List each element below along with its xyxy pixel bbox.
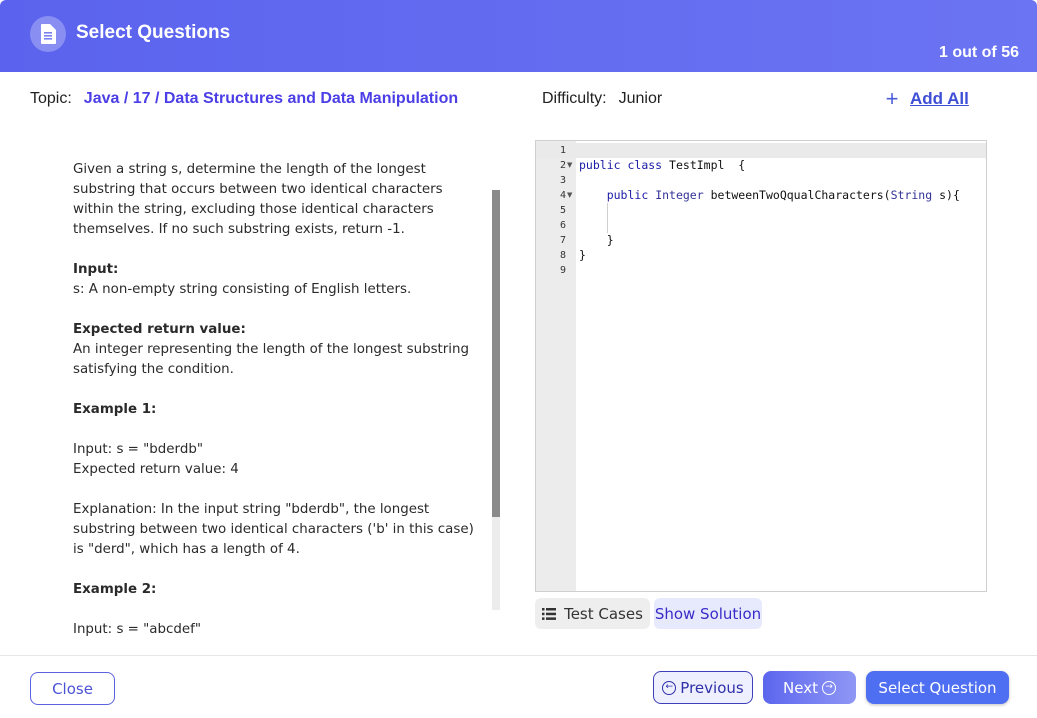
question-description-panel: Given a string s, determine the length o…: [60, 150, 500, 636]
description-intro: Given a string s, determine the length o…: [73, 162, 443, 237]
example1-explanation: Explanation: In the input string "bderdb…: [73, 502, 474, 557]
line-number: 6: [559, 220, 566, 231]
code-line-2: public class TestImpl {: [579, 158, 746, 172]
difficulty-label: Difficulty:: [542, 90, 607, 107]
code-line-7: }: [606, 233, 614, 247]
expected-text: An integer representing the length of th…: [73, 342, 470, 377]
expected-heading: Expected return value:: [73, 322, 246, 337]
topic-row: Topic: Java / 17 / Data Structures and D…: [30, 88, 458, 110]
arrow-right-circle-icon: →: [821, 680, 836, 695]
list-icon: [542, 607, 557, 620]
arrow-left-circle-icon: ←: [662, 680, 677, 695]
previous-button[interactable]: ← Previous: [653, 671, 753, 704]
question-description: Given a string s, determine the length o…: [73, 160, 485, 636]
question-counter: 1 out of 56: [938, 44, 1019, 61]
footer-divider: [0, 655, 1037, 656]
select-question-label: Select Question: [878, 678, 997, 697]
input-heading: Input:: [73, 262, 119, 277]
test-cases-label: Test Cases: [564, 604, 643, 623]
active-line-highlight: [536, 143, 986, 158]
line-number: 2: [559, 160, 566, 171]
indent-guide: [607, 203, 608, 233]
code-line-8: }: [579, 248, 586, 262]
example1-output: Expected return value: 4: [73, 462, 239, 477]
code-editor[interactable]: 1 2 ▼ 3 4 ▼ 5 6 7 8 9 public class TestI…: [535, 140, 987, 592]
line-number: 5: [559, 205, 566, 216]
line-number: 3: [559, 175, 566, 186]
line-number: 8: [559, 250, 566, 261]
example1-heading: Example 1:: [73, 402, 157, 417]
document-icon: [30, 16, 66, 52]
close-label: Close: [52, 679, 93, 698]
topic-value: Java / 17 / Data Structures and Data Man…: [83, 90, 459, 107]
input-text: s: A non-empty string consisting of Engl…: [73, 282, 412, 297]
close-button[interactable]: Close: [30, 672, 115, 705]
show-solution-label: Show Solution: [654, 604, 762, 623]
add-all-button[interactable]: + Add All: [882, 86, 969, 112]
add-all-label: Add All: [910, 89, 969, 108]
description-scrollbar-thumb[interactable]: [492, 190, 500, 517]
code-line-4: public Integer betweenTwoQqualCharacters…: [606, 188, 960, 202]
show-solution-button[interactable]: Show Solution: [654, 598, 762, 629]
previous-label: Previous: [680, 678, 744, 697]
line-number: 4: [559, 190, 566, 201]
line-number: 9: [559, 265, 566, 276]
difficulty-row: Difficulty: Junior: [542, 88, 662, 110]
example2-input: Input: s = "abcdef": [73, 622, 201, 636]
topic-label: Topic:: [30, 90, 72, 107]
next-button[interactable]: Next →: [763, 671, 856, 704]
test-cases-button[interactable]: Test Cases: [535, 598, 650, 629]
example2-heading: Example 2:: [73, 582, 157, 597]
plus-icon: +: [885, 86, 899, 111]
line-number: 7: [559, 235, 566, 246]
next-label: Next: [783, 678, 818, 697]
select-question-button[interactable]: Select Question: [866, 671, 1009, 704]
modal-title: Select Questions: [76, 22, 231, 43]
fold-arrow-icon[interactable]: ▼: [567, 158, 572, 173]
example1-input: Input: s = "bderdb": [73, 442, 203, 457]
fold-arrow-icon[interactable]: ▼: [567, 188, 572, 203]
difficulty-value: Junior: [618, 90, 663, 107]
line-number: 1: [559, 145, 566, 156]
modal-header: Select Questions 1 out of 56: [0, 0, 1037, 72]
